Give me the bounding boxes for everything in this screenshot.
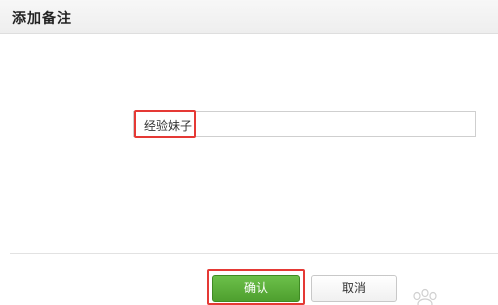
dialog-body — [0, 34, 498, 253]
dialog-header: 添加备注 — [0, 0, 498, 34]
dialog-title: 添加备注 — [12, 11, 72, 27]
cancel-button[interactable]: 取消 — [311, 275, 397, 302]
remark-input[interactable]: 经验妹子 — [133, 111, 476, 137]
paw-icon — [413, 288, 437, 305]
footer-divider — [10, 253, 498, 254]
remark-input-value: 经验妹子 — [144, 119, 193, 133]
confirm-button[interactable]: 确认 — [212, 275, 300, 302]
